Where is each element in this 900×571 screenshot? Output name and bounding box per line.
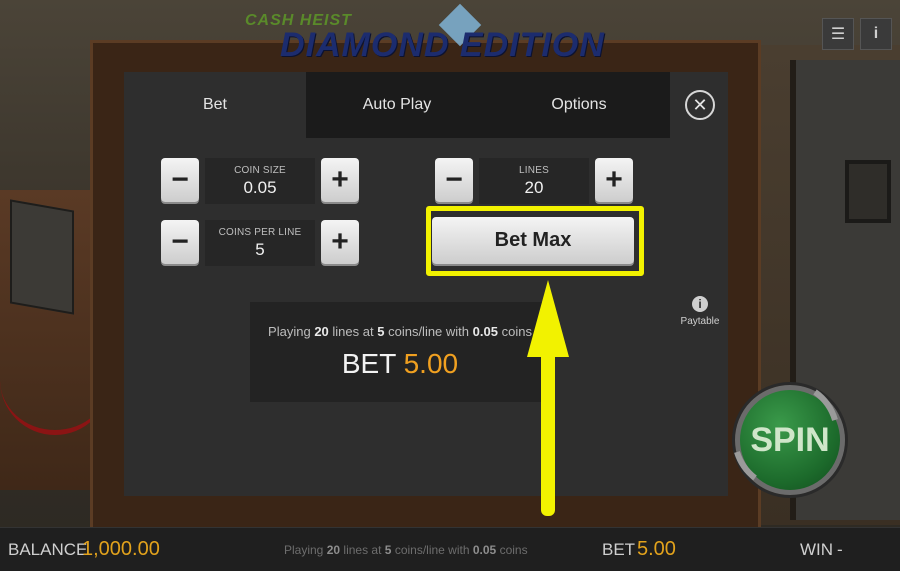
win-value: - [837,539,843,559]
coins-per-line-label: COINS PER LINE [218,226,302,238]
coin-size-minus-button[interactable]: − [161,158,199,202]
coin-size-value: 0.05 [243,177,277,197]
lines-plus-button[interactable]: + [595,158,633,202]
close-button[interactable]: ✕ [685,90,715,120]
coin-size-stepper: − COIN SIZE 0.05 + [161,158,359,206]
coins-per-line-minus-button[interactable]: − [161,220,199,264]
lines-stepper: − LINES 20 + [435,158,633,206]
info-icon: i [692,296,708,312]
paytable-button[interactable]: i Paytable [680,296,720,327]
logo-main-text: DIAMOND EDITION [280,26,605,64]
coins-per-line-value: 5 [255,239,265,259]
bet-settings-modal: Bet Auto Play Options ✕ − COIN SIZE 0.05… [124,72,728,496]
bet-max-button[interactable]: Bet Max [432,217,634,264]
bet-summary: Playing 20 lines at 5 coins/line with 0.… [250,302,550,402]
background-picture-frame [845,160,891,223]
coins-per-line-plus-button[interactable]: + [321,220,359,264]
lines-label: LINES [519,164,549,176]
close-icon: ✕ [692,95,708,115]
bottom-bet-label: BET [602,539,636,559]
modal-tabs: Bet Auto Play Options [124,72,671,138]
bet-summary-description: Playing 20 lines at 5 coins/line with 0.… [268,324,532,339]
tab-options[interactable]: Options [488,72,670,138]
bottom-bet-value: 5.00 [637,538,676,560]
lines-minus-button[interactable]: − [435,158,473,202]
coin-size-display: COIN SIZE 0.05 [205,158,315,204]
coin-size-label: COIN SIZE [234,164,286,176]
minus-icon: − [445,163,463,196]
menu-icon[interactable]: ☰ [822,18,854,50]
spin-button[interactable]: SPIN [735,385,845,495]
bottom-status-bar: BALANCE 1,000.00 Playing 20 lines at 5 c… [0,527,900,571]
minus-icon: − [171,163,189,196]
bottom-bet-description: Playing 20 lines at 5 coins/line with 0.… [284,542,528,557]
info-icon[interactable]: i [860,18,892,50]
plus-icon: + [605,163,623,196]
balance-value: 1,000.00 [82,538,160,560]
lines-display: LINES 20 [479,158,589,204]
top-right-controls: ☰ i [822,18,892,50]
bet-total-value: 5.00 [403,348,459,379]
bet-total: BET 5.00 [250,348,550,380]
background-vault-door [10,199,74,315]
coins-per-line-display: COINS PER LINE 5 [205,220,315,266]
balance-label: BALANCE [8,539,88,559]
bet-total-label: BET [341,348,396,379]
coins-per-line-stepper: − COINS PER LINE 5 + [161,220,359,268]
coin-size-plus-button[interactable]: + [321,158,359,202]
win-label: WIN [800,539,834,559]
game-logo: CASH HEIST DIAMOND EDITION [245,3,605,64]
lines-value: 20 [524,177,544,197]
plus-icon: + [331,163,349,196]
paytable-label: Paytable [680,316,720,327]
minus-icon: − [171,225,189,258]
spin-label: SPIN [750,420,830,459]
tab-auto-play[interactable]: Auto Play [306,72,488,138]
plus-icon: + [331,225,349,258]
tab-bet[interactable]: Bet [124,72,306,138]
